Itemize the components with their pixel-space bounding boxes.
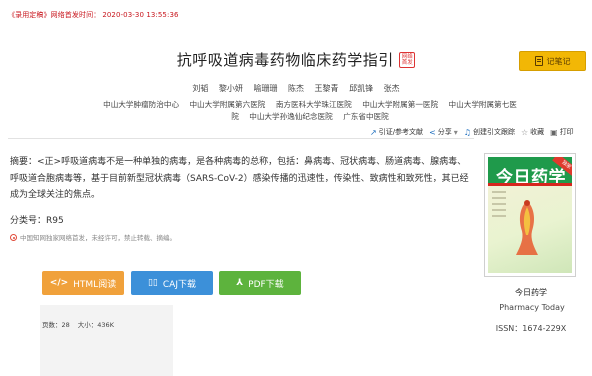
notice-text: 中国知网独家网络首发，未经许可，禁止转载、摘编。 [20, 234, 176, 242]
organization-line-2: 院 中山大学孙逸仙纪念医院 广东省中医院 [60, 111, 560, 123]
publish-time: 2020-03-30 13:55:36 [102, 11, 179, 19]
bell-icon: ♫ [463, 127, 471, 137]
cover-figure-illustration [516, 200, 538, 255]
print-button[interactable]: ▣ 打印 [550, 127, 574, 137]
section-divider [8, 138, 474, 139]
article-title: 抗呼吸道病毒药物临床药学指引 [176, 51, 394, 69]
page-count: 页数：28 [42, 321, 70, 329]
journal-name[interactable]: 今日药学 [484, 287, 578, 298]
author-link[interactable]: 张杰 [384, 84, 400, 93]
share-label: 分享 [437, 128, 452, 136]
print-label: 打印 [559, 128, 574, 136]
html-read-button[interactable]: </> HTML阅读 [42, 271, 124, 295]
journal-english-name: Pharmacy Today [499, 303, 565, 312]
title-row: 抗呼吸道病毒药物临床药学指引 网络首发 [0, 49, 592, 70]
publish-info: 《录用定稿》网络首发时间： 2020-03-30 13:55:36 [8, 10, 179, 20]
organization-link[interactable]: 院 [231, 112, 239, 121]
note-button-label: 记笔记 [546, 56, 571, 66]
create-citation-label: 创建引文跟踪 [472, 128, 515, 136]
printer-icon: ▣ [550, 127, 558, 137]
abstract: 摘要：<正>呼吸道病毒不是一种单独的病毒，是各种病毒的总称，包括：鼻病毒、冠状病… [10, 154, 470, 204]
organization-link[interactable]: 中山大学附属第一医院 [362, 100, 438, 109]
organization-link[interactable]: 广东省中医院 [343, 112, 389, 121]
cite-references-link[interactable]: ↗ 引证/参考文献 [370, 127, 423, 137]
abstract-label: 摘要： [10, 157, 38, 167]
author-list: 刘韬 黎小妍 喻珊珊 陈杰 王黎青 邱凯锋 张杰 [0, 83, 592, 94]
create-citation-tracking-link[interactable]: ♫ 创建引文跟踪 [464, 127, 515, 137]
author-link[interactable]: 王黎青 [315, 84, 339, 93]
author-link[interactable]: 喻珊珊 [253, 84, 277, 93]
author-link[interactable]: 黎小妍 [219, 84, 243, 93]
journal-issn: ISSN：1674-229X [495, 324, 567, 333]
star-icon: ☆ [520, 127, 529, 137]
abstract-text: <正>呼吸道病毒不是一种单独的病毒，是各种病毒的总称，包括：鼻病毒、冠状病毒、肠… [10, 157, 469, 200]
note-button[interactable]: 记笔记 [519, 51, 586, 71]
favorite-button[interactable]: ☆ 收藏 [521, 127, 544, 137]
notice-icon [10, 233, 17, 241]
code-icon: </> [49, 278, 69, 288]
publish-status-label: 《录用定稿》网络首发时间： [8, 11, 101, 19]
journal-cover[interactable]: 今日药学 独家 [484, 153, 576, 277]
classification: 分类号：R95 [10, 213, 64, 226]
author-link[interactable]: 刘韬 [192, 84, 208, 93]
html-read-label: HTML阅读 [73, 279, 117, 290]
share-icon: < [429, 127, 436, 137]
organization-link[interactable]: 中山大学附属第七医 [449, 100, 517, 109]
organization-link[interactable]: 中山大学孙逸仙纪念医院 [249, 112, 333, 121]
favorite-label: 收藏 [530, 128, 545, 136]
author-link[interactable]: 陈杰 [288, 84, 304, 93]
pdf-download-button[interactable]: ⅄ PDF下载 [219, 271, 301, 295]
first-publish-badge: 网络首发 [399, 51, 416, 68]
external-link-icon: ↗ [370, 127, 377, 137]
copyright-notice: 中国知网独家网络首发，未经许可，禁止转载、摘编。 [10, 232, 176, 242]
notebook-icon [534, 56, 543, 66]
author-link[interactable]: 邱凯锋 [349, 84, 373, 93]
article-toolbar: ↗ 引证/参考文献 < 分享 ▾ ♫ 创建引文跟踪 ☆ 收藏 ▣ 打印 [370, 127, 574, 137]
cite-references-label: 引证/参考文献 [378, 128, 424, 136]
organization-link[interactable]: 中山大学肿瘤防治中心 [103, 100, 179, 109]
pdf-download-label: PDF下载 [248, 279, 284, 290]
classification-label: 分类号： [10, 216, 47, 226]
cover-band [488, 183, 572, 186]
organization-link[interactable]: 中山大学附属第六医院 [189, 100, 265, 109]
organization-link[interactable]: 南方医科大学珠江医院 [276, 100, 352, 109]
organization-line-1: 中山大学肿瘤防治中心 中山大学附属第六医院 南方医科大学珠江医院 中山大学附属第… [60, 99, 560, 111]
file-size: 大小：436K [77, 321, 114, 329]
pdf-icon: ⅄ [236, 278, 244, 288]
caj-download-button[interactable]: ▯▯ CAJ下载 [131, 271, 213, 295]
share-button[interactable]: < 分享 ▾ [429, 127, 458, 137]
book-icon: ▯▯ [147, 278, 158, 288]
classification-value: R95 [46, 216, 64, 226]
organization-list: 中山大学肿瘤防治中心 中山大学附属第六医院 南方医科大学珠江医院 中山大学附属第… [60, 99, 560, 123]
caj-download-label: CAJ下载 [162, 279, 196, 290]
journal-cover-image: 今日药学 独家 [488, 157, 572, 273]
file-info: 页数：28 大小：436K [42, 319, 114, 329]
cover-text-lines [492, 191, 506, 221]
chevron-down-icon: ▾ [453, 127, 458, 137]
file-info-panel [40, 305, 173, 376]
